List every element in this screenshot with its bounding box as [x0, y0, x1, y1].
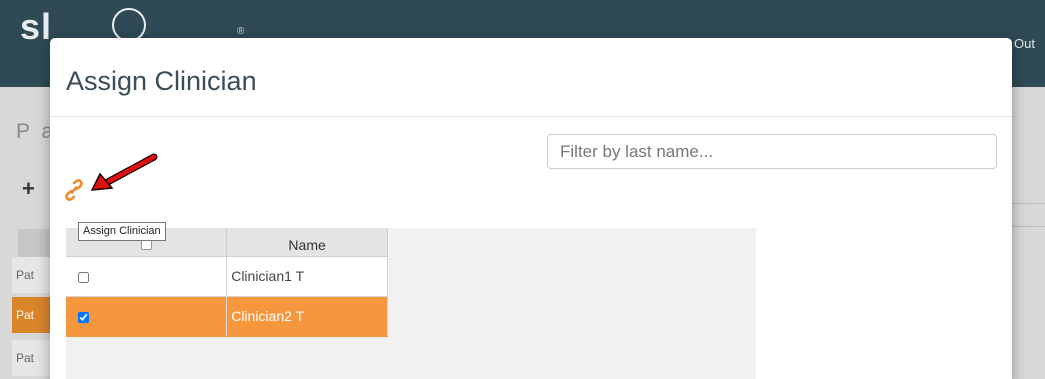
filter-last-name-input[interactable] — [547, 134, 997, 169]
registered-mark: ® — [237, 26, 245, 37]
assign-clinician-modal: Assign Clinician Name — [50, 38, 1012, 379]
signout-link[interactable]: Out — [1014, 36, 1035, 51]
link-icon[interactable] — [65, 179, 83, 201]
red-arrow-annotation — [90, 153, 158, 191]
clinician-name[interactable]: Clinician1 T — [226, 256, 388, 297]
clinician-name[interactable]: Clinician2 T — [226, 296, 388, 337]
plus-icon[interactable]: + — [22, 176, 35, 202]
background-divider — [1012, 226, 1045, 227]
background-table-header — [18, 229, 52, 259]
row-checkbox-cell[interactable] — [66, 256, 228, 297]
background-row[interactable]: Pat — [12, 257, 52, 293]
row-checkbox[interactable] — [78, 311, 89, 323]
background-row[interactable]: Pat — [12, 340, 52, 376]
table-row[interactable]: Clinician1 T — [66, 256, 388, 297]
assign-clinician-tooltip: Assign Clinician — [78, 222, 166, 241]
clinician-grid: Name Clinician1 T Clinician2 T — [66, 228, 756, 379]
app-logo-mark — [112, 8, 146, 42]
table-row[interactable]: Clinician2 T — [66, 296, 388, 337]
modal-header: Assign Clinician — [50, 38, 1012, 117]
row-checkbox-cell[interactable] — [66, 296, 228, 337]
app-logo: sl — [20, 6, 53, 47]
modal-title: Assign Clinician — [66, 66, 257, 96]
row-checkbox[interactable] — [78, 271, 89, 283]
background-row[interactable]: Pat — [12, 297, 52, 333]
clinician-table: Name Clinician1 T Clinician2 T — [66, 228, 388, 337]
name-column-header[interactable]: Name — [226, 228, 388, 257]
background-divider — [1012, 203, 1045, 204]
